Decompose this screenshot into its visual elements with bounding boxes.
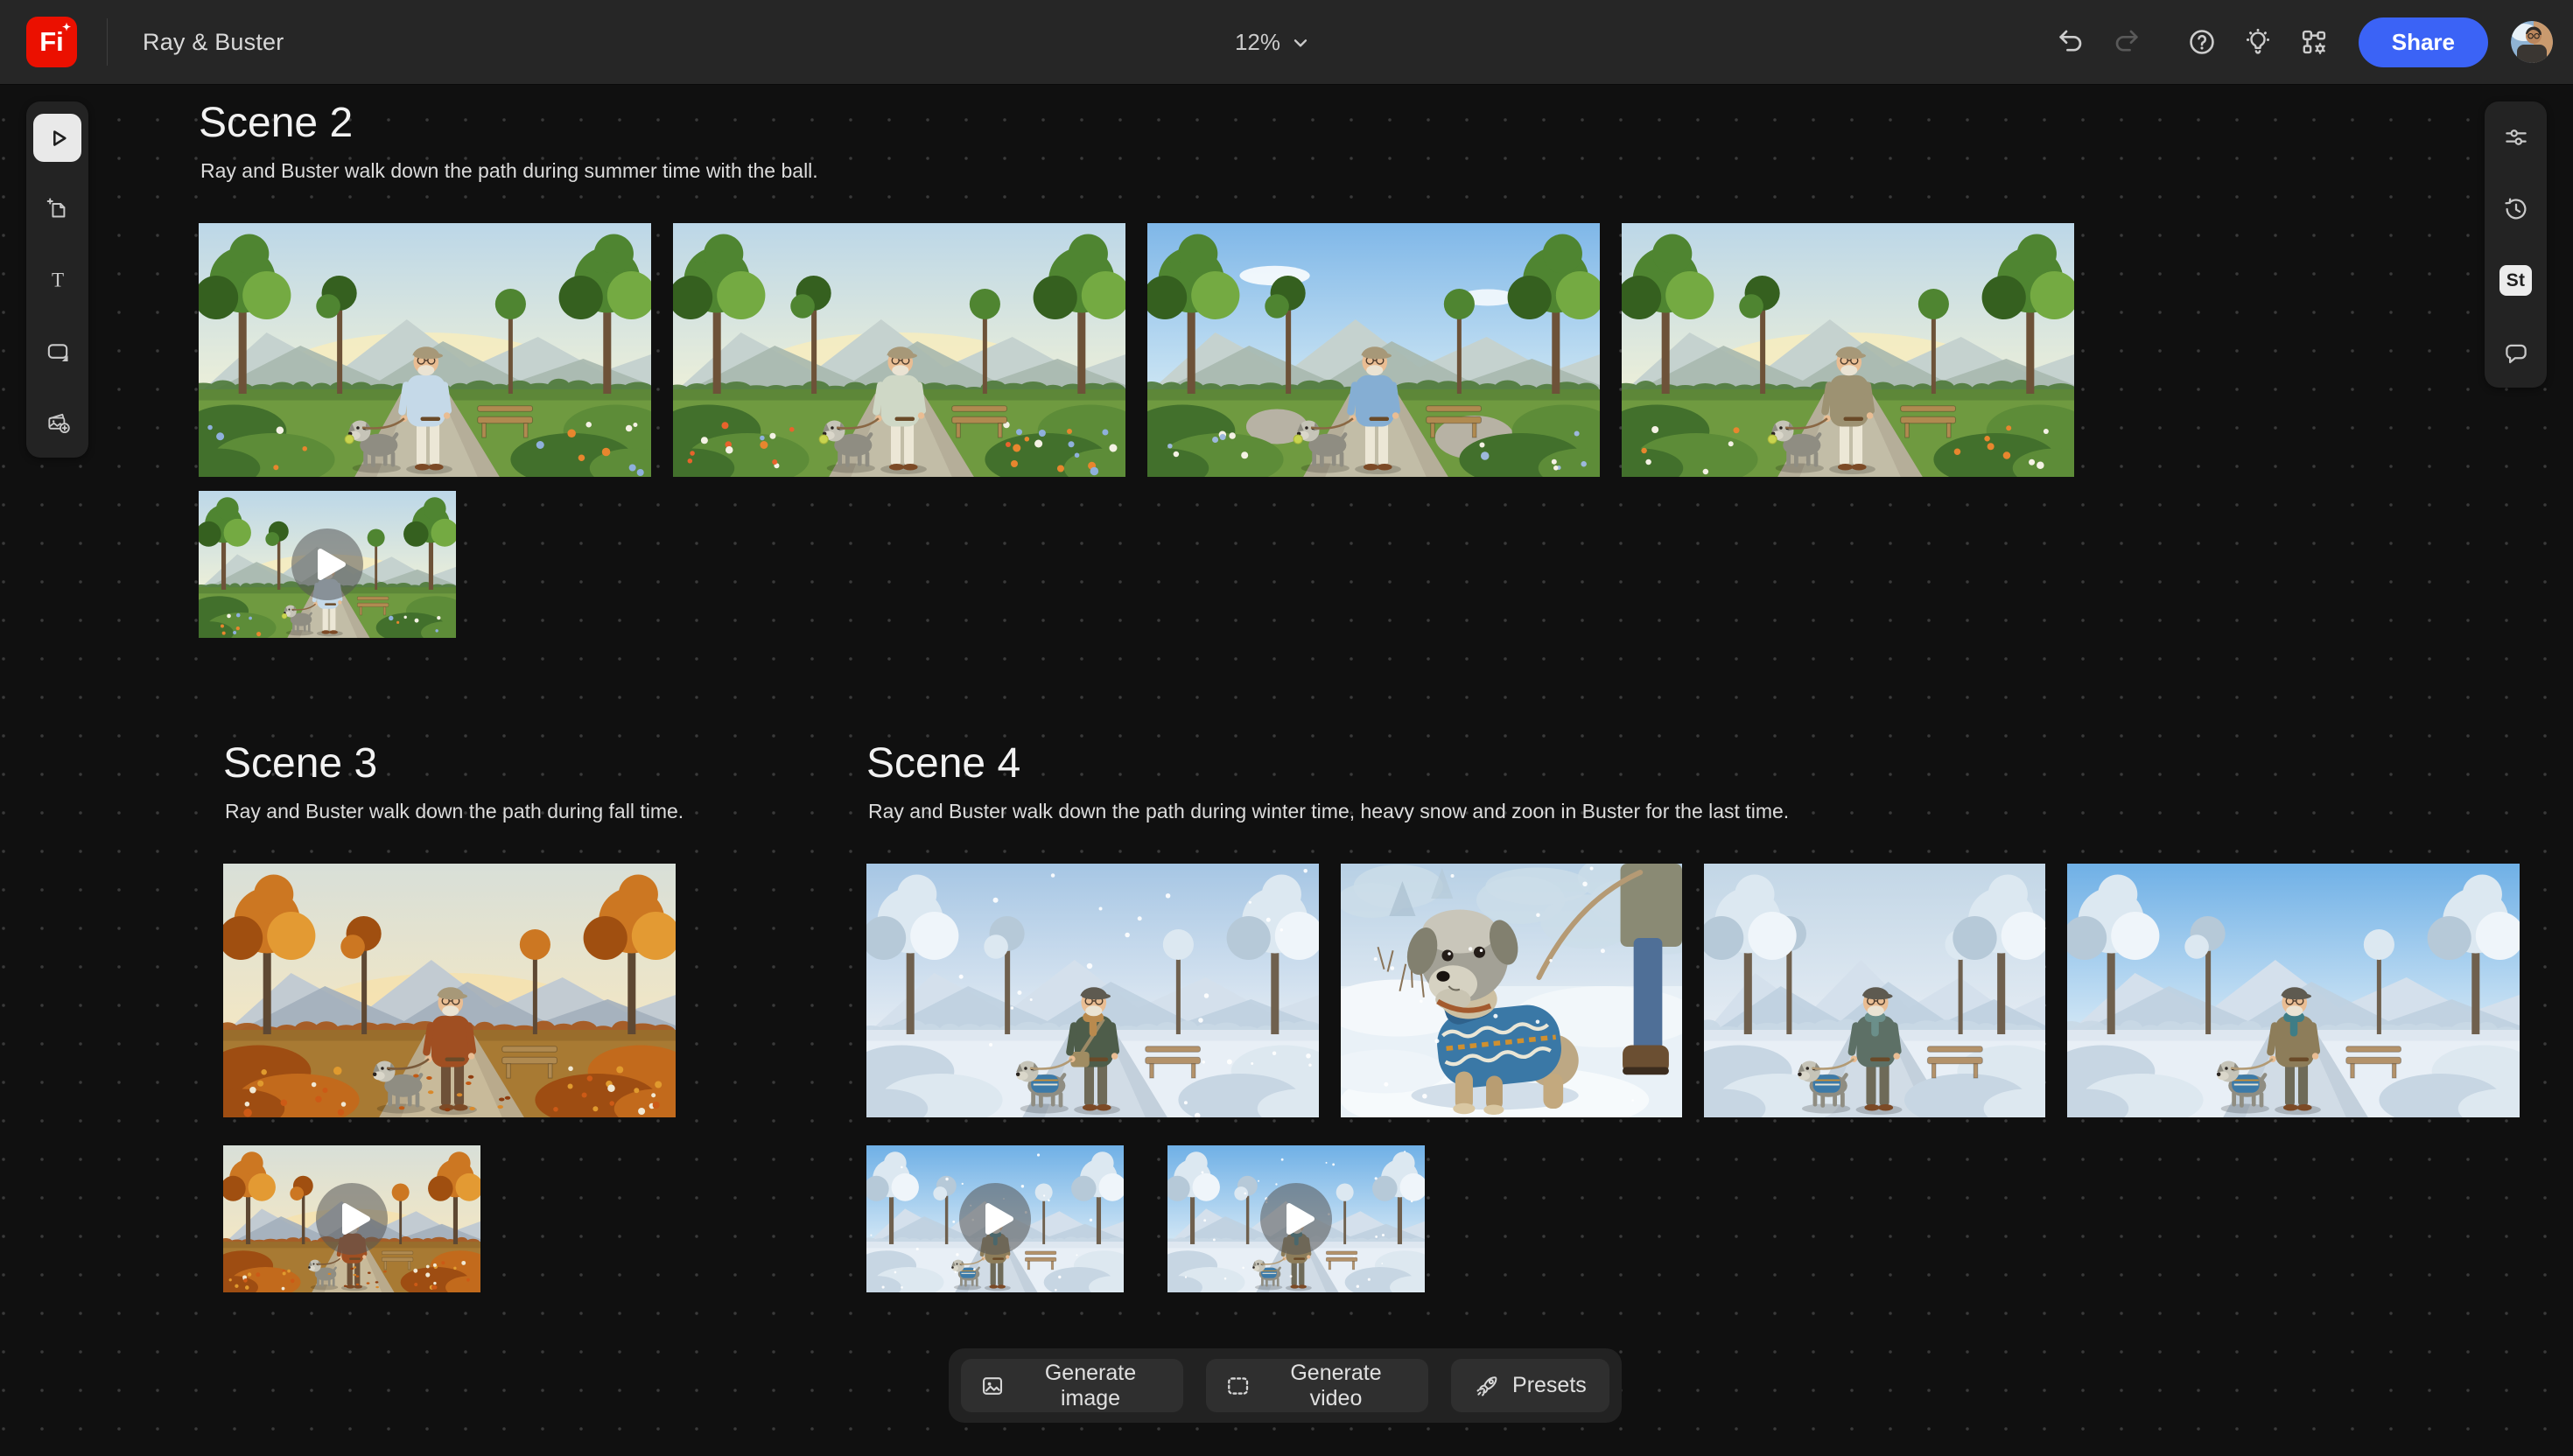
help-button[interactable] [2185,25,2219,59]
generated-image[interactable] [1147,223,1600,477]
svg-text:T: T [51,268,63,290]
scene-image-row [223,864,684,1117]
play-icon [958,1182,1032,1256]
video-frame-icon [1225,1373,1251,1399]
generated-image[interactable] [199,223,651,477]
document-title[interactable]: Ray & Buster [143,29,284,56]
scene-image-row [199,223,2074,477]
plugins-settings-button[interactable] [2297,25,2331,59]
ideas-button[interactable] [2241,25,2275,59]
generated-video-thumbnail[interactable] [866,1145,1124,1292]
scene-title[interactable]: Scene 4 [866,738,2520,788]
redo-button[interactable] [2110,25,2143,59]
generate-image-button[interactable]: Generate image [961,1359,1183,1412]
app-logo[interactable]: Fi ✦ [26,17,77,67]
zoom-control[interactable]: 12% [1235,0,1312,85]
scene-group-3: Scene 3 Ray and Buster walk down the pat… [223,738,684,1292]
play-icon [315,1182,389,1256]
right-toolbar: St [2485,102,2547,388]
scene-description[interactable]: Ray and Buster walk down the path during… [200,158,2074,183]
scene-video-row [223,1145,684,1292]
scene-title[interactable]: Scene 3 [223,738,684,788]
sparkle-icon: ✦ [62,22,71,32]
canvas[interactable]: Scene 2 Ray and Buster walk down the pat… [0,85,2573,1456]
play-button[interactable] [1167,1145,1425,1292]
rocket-icon [1474,1373,1500,1399]
scene-description[interactable]: Ray and Buster walk down the path during… [225,799,684,823]
presets-button[interactable]: Presets [1451,1359,1609,1412]
app-logo-text: Fi [39,26,64,58]
presets-label: Presets [1512,1373,1587,1398]
generate-video-label: Generate video [1263,1361,1409,1411]
generation-dock: Generate image Generate video Presets [949,1348,1622,1423]
generated-image[interactable] [223,864,676,1117]
generated-image[interactable] [1622,223,2074,477]
play-icon [291,528,364,601]
image-icon [980,1373,1005,1399]
scene-video-row [866,1145,2520,1292]
scene-title[interactable]: Scene 2 [199,98,2074,148]
play-icon [1259,1182,1333,1256]
top-bar: Fi ✦ Ray & Buster 12% Share [0,0,2573,85]
scene-description[interactable]: Ray and Buster walk down the path during… [868,799,2520,823]
generated-image[interactable] [866,864,1319,1117]
media-tool-button[interactable] [33,397,81,445]
stock-icon: St [2499,265,2533,296]
board-tool-button[interactable] [33,185,81,233]
generate-image-label: Generate image [1017,1361,1164,1411]
generated-video-thumbnail[interactable] [199,491,456,638]
share-button[interactable]: Share [2359,18,2488,67]
chevron-down-icon [1289,32,1312,54]
play-button[interactable] [866,1145,1124,1292]
generated-image[interactable] [1704,864,2045,1117]
left-toolbar: T [26,102,88,458]
scene-group-2: Scene 2 Ray and Buster walk down the pat… [199,98,2074,638]
generated-video-thumbnail[interactable] [223,1145,480,1292]
select-tool-button[interactable] [33,114,81,162]
play-button[interactable] [199,491,456,638]
stock-button[interactable]: St [2492,256,2540,304]
comments-button[interactable] [2492,328,2540,376]
history-button[interactable] [2492,185,2540,233]
divider [107,18,108,66]
play-button[interactable] [223,1145,480,1292]
text-tool-button[interactable]: T [33,256,81,304]
generated-image[interactable] [673,223,1125,477]
undo-button[interactable] [2054,25,2087,59]
scene-image-row [866,864,2520,1117]
properties-button[interactable] [2492,113,2540,161]
top-bar-actions: Share [2054,18,2573,67]
generate-video-button[interactable]: Generate video [1206,1359,1428,1412]
generated-image[interactable] [2067,864,2520,1117]
zoom-value: 12% [1235,29,1280,56]
scene-video-row [199,491,2074,638]
shape-tool-button[interactable] [33,326,81,374]
user-avatar[interactable] [2511,21,2553,63]
avatar-image [2511,21,2553,63]
generated-image[interactable] [1341,864,1682,1117]
generated-video-thumbnail[interactable] [1167,1145,1425,1292]
scene-group-4: Scene 4 Ray and Buster walk down the pat… [866,738,2520,1292]
